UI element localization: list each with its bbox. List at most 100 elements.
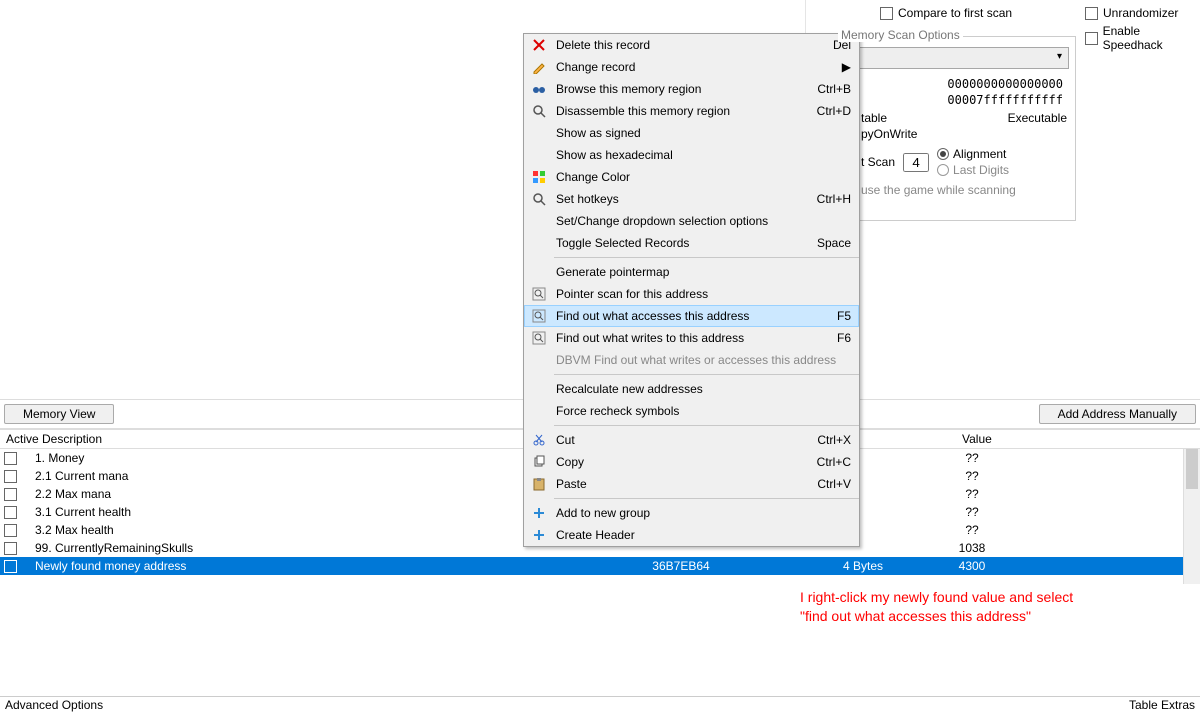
menu-item[interactable]: CutCtrl+X [524,429,859,451]
menu-item: DBVM Find out what writes or accesses th… [524,349,859,371]
mag-icon [528,190,550,208]
blank-icon [528,146,550,164]
alignment-radio[interactable] [937,148,949,160]
add-address-button[interactable]: Add Address Manually [1039,404,1196,424]
menu-item[interactable]: Find out what writes to this addressF6 [524,327,859,349]
menu-item[interactable]: Delete this recordDel [524,34,859,56]
fastscan-input[interactable] [903,153,929,172]
scroll-thumb[interactable] [1186,449,1198,489]
menu-item[interactable]: Toggle Selected RecordsSpace [524,232,859,254]
menu-label: Delete this record [550,38,823,52]
menu-separator [554,498,859,499]
row-address: 36B7EB64 [558,559,804,573]
menu-item[interactable]: PasteCtrl+V [524,473,859,495]
menu-item[interactable]: Disassemble this memory regionCtrl+D [524,100,859,122]
row-value: ?? [922,451,1022,465]
speedhack-checkbox[interactable] [1085,32,1098,45]
cut-icon [528,431,550,449]
menu-item[interactable]: Show as hexadecimal [524,144,859,166]
compare-checkbox[interactable] [880,7,893,20]
menu-item[interactable]: Browse this memory regionCtrl+B [524,78,859,100]
row-value: ?? [922,505,1022,519]
compare-label: Compare to first scan [898,6,1012,20]
menu-item[interactable]: CopyCtrl+C [524,451,859,473]
scrollbar[interactable] [1183,449,1200,584]
annotation-line2: "find out what accesses this address" [800,607,1073,626]
scan-options-title: Memory Scan Options [838,28,963,42]
writable-label: table [861,111,887,125]
menu-label: Add to new group [550,506,851,520]
menu-item[interactable]: Find out what accesses this addressF5 [524,305,859,327]
addr-end[interactable]: 00007fffffffffff [829,91,1075,107]
menu-label: Generate pointermap [550,265,851,279]
context-menu: Delete this recordDelChange record▶Brows… [523,33,860,547]
table-extras[interactable]: Table Extras [1129,698,1195,713]
menu-separator [554,374,859,375]
row-checkbox[interactable] [4,542,17,555]
row-value: ?? [922,523,1022,537]
memory-view-button[interactable]: Memory View [4,404,114,424]
menu-item[interactable]: Force recheck symbols [524,400,859,422]
menu-item[interactable]: Pointer scan for this address [524,283,859,305]
menu-label: Change Color [550,170,851,184]
menu-item[interactable]: Add to new group [524,502,859,524]
menu-item[interactable]: Change Color [524,166,859,188]
menu-shortcut: Ctrl+H [807,192,851,206]
scan-options-box: ▾ 0000000000000000 00007fffffffffff tabl… [828,36,1076,221]
copyonwrite-label: pyOnWrite [829,125,1075,141]
menu-label: Find out what writes to this address [550,331,827,345]
addr-start[interactable]: 0000000000000000 [829,75,1075,91]
menu-label: Pointer scan for this address [550,287,851,301]
blank-icon [528,263,550,281]
annotation: I right-click my newly found value and s… [800,588,1073,626]
pencil-icon [528,58,550,76]
menu-item[interactable]: Generate pointermap [524,261,859,283]
row-value: ?? [922,469,1022,483]
menu-shortcut: Ctrl+D [807,104,851,118]
menu-item[interactable]: Recalculate new addresses [524,378,859,400]
blank-icon [528,351,550,369]
menu-label: Toggle Selected Records [550,236,807,250]
row-value: ?? [922,487,1022,501]
scan-region-dropdown[interactable]: ▾ [855,47,1069,69]
menu-shortcut: Ctrl+X [807,433,851,447]
alignment-label: Alignment [953,147,1006,161]
col-value[interactable]: Value [956,430,998,448]
unrandomizer-checkbox[interactable] [1085,7,1098,20]
menu-label: Show as hexadecimal [550,148,851,162]
blank-icon [528,402,550,420]
menu-label: Browse this memory region [550,82,807,96]
menu-item[interactable]: Change record▶ [524,56,859,78]
menu-label: Recalculate new addresses [550,382,851,396]
menu-shortcut: Space [807,236,851,250]
row-checkbox[interactable] [4,488,17,501]
menu-label: Find out what accesses this address [550,309,827,323]
plus-icon [528,526,550,544]
menu-shortcut: F5 [827,309,851,323]
binoc-icon [528,80,550,98]
row-description: 2.1 Current mana [21,469,558,483]
mag-icon [528,102,550,120]
col-active[interactable]: Active [0,430,36,448]
annotation-line1: I right-click my newly found value and s… [800,588,1073,607]
row-checkbox[interactable] [4,560,17,573]
menu-shortcut: Ctrl+B [807,82,851,96]
table-row[interactable]: Newly found money address36B7EB644 Bytes… [0,557,1200,575]
lastdigits-radio[interactable] [937,164,949,176]
blank-icon [528,212,550,230]
menu-shortcut: F6 [827,331,851,345]
menu-item[interactable]: Set/Change dropdown selection options [524,210,859,232]
row-checkbox[interactable] [4,470,17,483]
row-checkbox[interactable] [4,506,17,519]
menu-item[interactable]: Set hotkeysCtrl+H [524,188,859,210]
color-icon [528,168,550,186]
menu-shortcut: Ctrl+V [807,477,851,491]
advanced-options[interactable]: Advanced Options [5,698,103,713]
row-checkbox[interactable] [4,452,17,465]
menu-item[interactable]: Show as signed [524,122,859,144]
executable-label: Executable [1008,111,1067,125]
magframe-icon [528,307,550,325]
menu-item[interactable]: Create Header [524,524,859,546]
row-checkbox[interactable] [4,524,17,537]
col-description[interactable]: Description [36,430,556,448]
